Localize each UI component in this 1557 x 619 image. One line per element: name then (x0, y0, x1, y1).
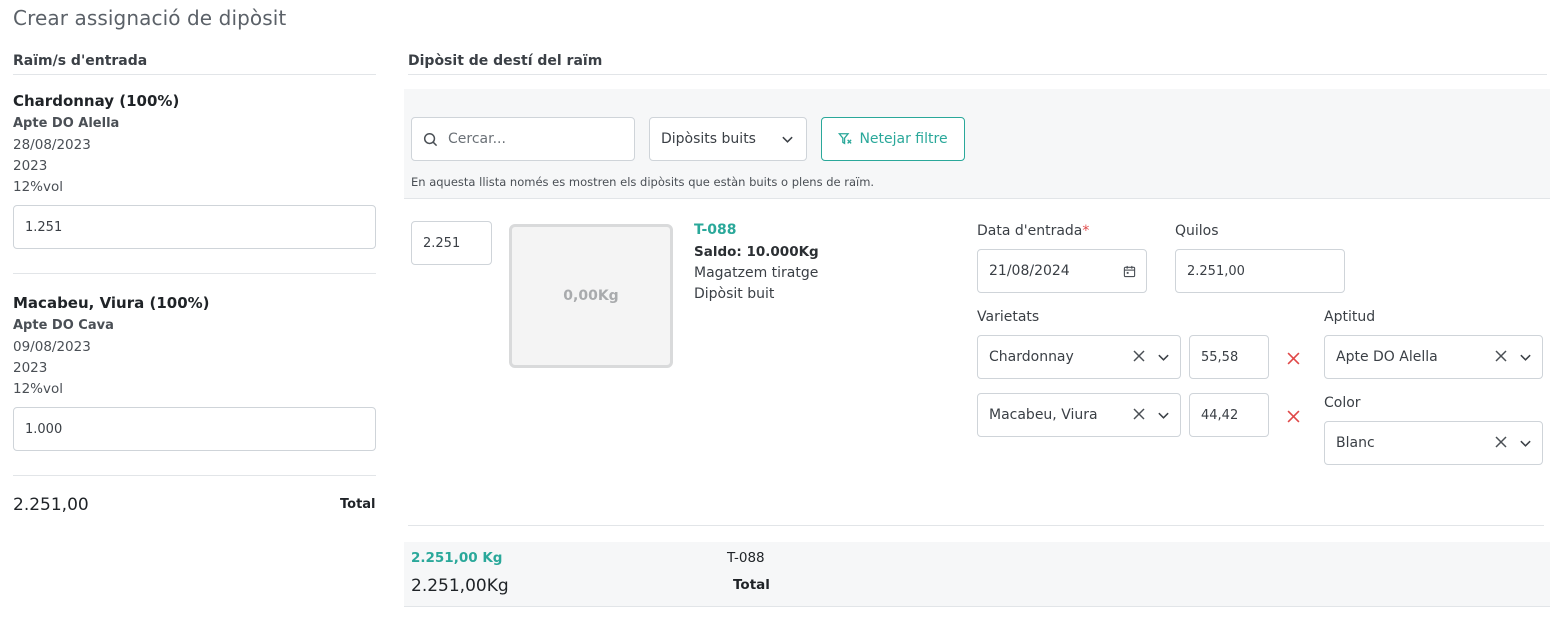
color-select[interactable]: Blanc (1324, 421, 1543, 465)
color-value: Blanc (1336, 435, 1375, 451)
color-label: Color (1324, 395, 1361, 411)
grape-name: Macabeu, Viura (100%) (13, 294, 210, 312)
clear-icon[interactable] (1495, 349, 1507, 365)
variety-select-2[interactable]: Macabeu, Viura (977, 393, 1181, 437)
tank-fill-visual[interactable]: 0,00Kg (509, 224, 673, 368)
entry-date-label-text: Data d'entrada (977, 223, 1083, 239)
required-mark: * (1082, 223, 1090, 239)
grape-year: 2023 (13, 360, 48, 376)
grape-quantity-input[interactable]: 1.251 (13, 205, 376, 249)
clear-icon[interactable] (1133, 407, 1145, 423)
clear-icon[interactable] (1133, 349, 1145, 365)
grape-vol: 12%vol (13, 179, 64, 195)
divider (408, 74, 1547, 75)
variety-percent-input-2[interactable]: 44,42 (1189, 393, 1269, 437)
aptitude-select[interactable]: Apte DO Alella (1324, 335, 1543, 379)
calendar-icon[interactable] (1123, 265, 1136, 278)
summary-kg-total: 2.251,00Kg (411, 576, 509, 596)
chevron-down-icon[interactable] (1519, 351, 1532, 364)
incoming-grapes-title: Raïm/s d'entrada (13, 53, 148, 69)
tank-fill-label: 0,00Kg (563, 288, 619, 304)
varieties-label: Varietats (977, 309, 1040, 325)
search-icon (423, 132, 438, 147)
clear-filter-label: Netejar filtre (859, 131, 948, 147)
tank-filter-value: Dipòsits buits (661, 131, 756, 147)
grape-name: Chardonnay (100%) (13, 92, 180, 110)
tank-code: T-088 (694, 222, 737, 238)
grape-date: 09/08/2023 (13, 339, 91, 355)
divider (13, 475, 376, 476)
divider (408, 525, 1544, 526)
grape-aptitude: Apte DO Cava (13, 318, 114, 333)
tank-saldo: Saldo: 10.000Kg (694, 244, 819, 260)
variety-select-1[interactable]: Chardonnay (977, 335, 1181, 379)
tank-assign-quantity-input[interactable]: 2.251 (411, 221, 492, 265)
chevron-down-icon[interactable] (1519, 437, 1532, 450)
search-field[interactable]: Cercar... (411, 117, 635, 161)
summary-total-label: Total (733, 577, 770, 593)
tank-filter-select[interactable]: Dipòsits buits (649, 117, 807, 161)
grape-quantity-input[interactable]: 1.000 (13, 407, 376, 451)
chevron-down-icon (781, 133, 794, 146)
clear-icon[interactable] (1495, 435, 1507, 451)
kilos-input[interactable]: 2.251,00 (1175, 249, 1345, 293)
grape-vol: 12%vol (13, 381, 64, 397)
tank-status: Dipòsit buit (694, 286, 775, 302)
grape-date: 28/08/2023 (13, 137, 91, 153)
chevron-down-icon[interactable] (1157, 351, 1170, 364)
entry-date-label: Data d'entrada* (977, 223, 1089, 239)
grape-year: 2023 (13, 158, 48, 174)
aptitude-label: Aptitud (1324, 309, 1376, 325)
kilos-label: Quilos (1175, 223, 1219, 239)
entry-date-value: 21/08/2024 (989, 263, 1070, 279)
search-placeholder: Cercar... (448, 131, 506, 147)
divider (13, 273, 376, 274)
divider (13, 74, 376, 75)
filter-clear-icon (838, 132, 853, 146)
left-total-label: Total (340, 497, 376, 512)
variety-percent-input-1[interactable]: 55,58 (1189, 335, 1269, 379)
filter-note: En aquesta llista només es mostren els d… (411, 175, 875, 189)
page-title: Crear assignació de dipòsit (13, 6, 287, 30)
destination-tank-title: Dipòsit de destí del raïm (408, 53, 603, 69)
aptitude-value: Apte DO Alella (1336, 349, 1438, 365)
summary-tank-code: T-088 (727, 550, 765, 566)
left-total-value: 2.251,00 (13, 495, 89, 515)
entry-date-input[interactable]: 21/08/2024 (977, 249, 1147, 293)
remove-variety-icon[interactable] (1287, 408, 1300, 427)
chevron-down-icon[interactable] (1157, 409, 1170, 422)
summary-band (404, 542, 1550, 607)
remove-variety-icon[interactable] (1287, 350, 1300, 369)
clear-filter-button[interactable]: Netejar filtre (821, 117, 965, 161)
summary-kg-assigned: 2.251,00 Kg (411, 550, 503, 566)
variety-value: Chardonnay (989, 349, 1074, 365)
variety-value: Macabeu, Viura (989, 407, 1098, 423)
tank-location: Magatzem tiratge (694, 265, 819, 281)
grape-aptitude: Apte DO Alella (13, 116, 120, 131)
